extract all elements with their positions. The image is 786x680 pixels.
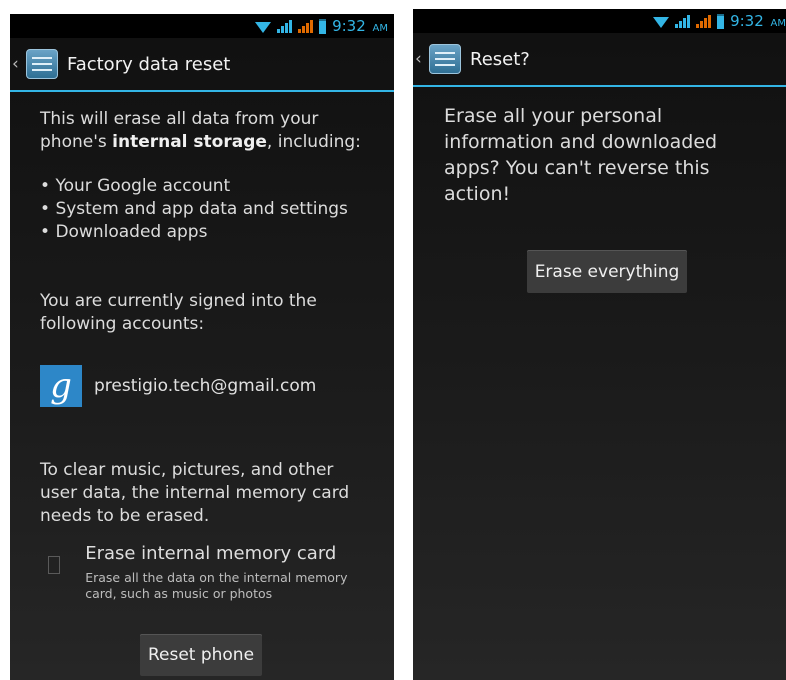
account-row: g prestigio.tech@gmail.com — [40, 365, 374, 407]
erase-items-list: Your Google account System and app data … — [40, 175, 374, 244]
reset-confirm-screen: 9:32 AM ‹ Reset? Erase all your personal… — [413, 9, 786, 680]
settings-app-icon[interactable] — [429, 44, 461, 74]
checkbox-title: Erase internal memory card — [85, 543, 337, 564]
status-time: 9:32 AM — [332, 17, 388, 35]
list-item: System and app data and settings — [40, 198, 374, 221]
signal-icon — [675, 14, 691, 28]
status-time: 9:32 AM — [730, 12, 786, 30]
page-title: Reset? — [470, 48, 530, 70]
checkbox-summary: Erase all the data on the internal memor… — [85, 570, 348, 601]
erase-memory-card-option[interactable]: Erase internal memory card Erase all the… — [48, 542, 374, 602]
action-bar[interactable]: ‹ Factory data reset — [10, 38, 394, 92]
battery-icon — [319, 18, 327, 34]
signal-icon — [277, 19, 293, 33]
back-chevron-icon[interactable]: ‹ — [12, 54, 24, 74]
signal-roaming-icon — [696, 14, 712, 28]
wifi-icon — [255, 22, 272, 33]
confirm-message: Erase all your personal information and … — [444, 105, 718, 205]
status-bar: 9:32 AM — [10, 14, 394, 38]
wifi-icon — [653, 17, 670, 28]
factory-reset-screen: 9:32 AM ‹ Factory data reset This will e… — [10, 14, 394, 680]
list-item: Downloaded apps — [40, 221, 374, 244]
erase-everything-button[interactable]: Erase everything — [527, 250, 687, 293]
back-chevron-icon[interactable]: ‹ — [415, 49, 427, 69]
status-bar: 9:32 AM — [413, 9, 786, 33]
battery-icon — [717, 13, 725, 29]
clear-data-text: To clear music, pictures, and other user… — [40, 460, 350, 526]
erase-description: This will erase all data from your phone… — [40, 109, 361, 152]
settings-app-icon[interactable] — [26, 49, 58, 79]
reset-phone-button[interactable]: Reset phone — [140, 634, 262, 676]
page-title: Factory data reset — [67, 53, 231, 75]
account-email: prestigio.tech@gmail.com — [94, 376, 317, 396]
google-account-icon: g — [40, 365, 82, 407]
action-bar[interactable]: ‹ Reset? — [413, 33, 786, 87]
erase-memory-card-checkbox[interactable] — [48, 556, 61, 574]
accounts-text: You are currently signed into the follow… — [40, 291, 317, 334]
signal-roaming-icon — [298, 19, 314, 33]
list-item: Your Google account — [40, 175, 374, 198]
